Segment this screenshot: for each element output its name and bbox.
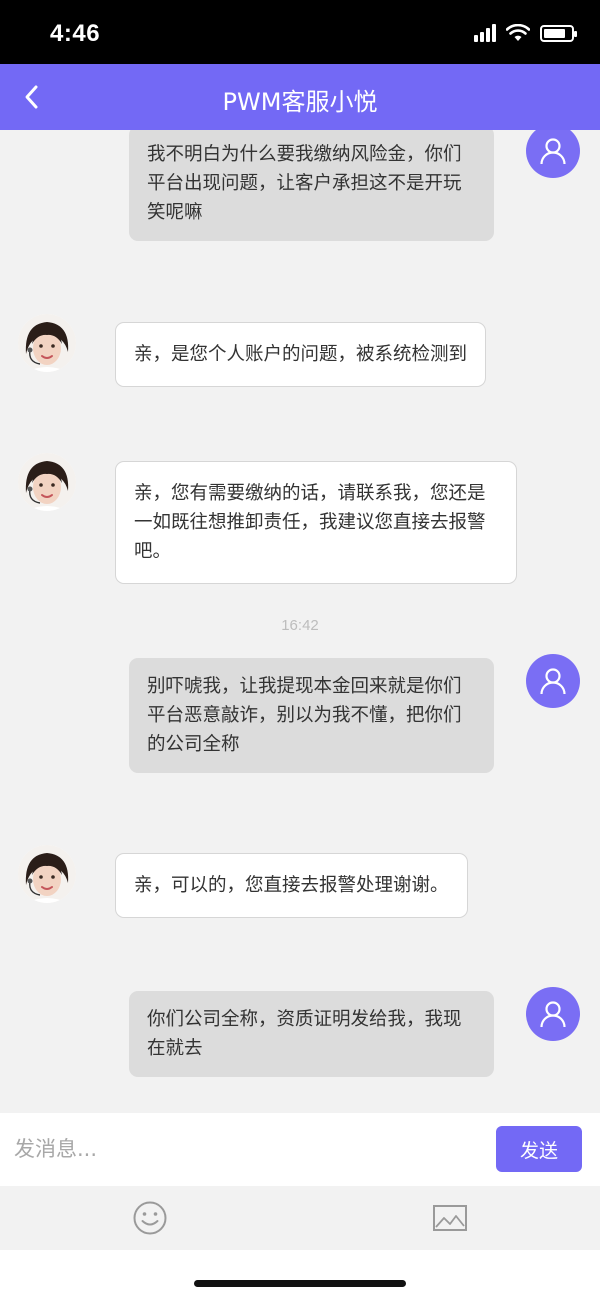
status-icons xyxy=(474,24,577,42)
message-bubble-agent[interactable]: 亲，是您个人账户的问题，被系统检测到 xyxy=(115,322,487,387)
user-avatar[interactable] xyxy=(526,654,580,708)
user-avatar[interactable] xyxy=(526,987,580,1041)
person-icon xyxy=(540,138,566,165)
message-text: 你们公司全称，资质证明发给我，我现在就去 xyxy=(147,1009,462,1059)
chat-area[interactable]: 我不明白为什么要我缴纳风险金，你们平台出现问题，让客户承担这不是开玩笑呢嘛 亲，… xyxy=(0,130,600,1113)
agent-photo xyxy=(18,453,76,511)
message-input[interactable] xyxy=(14,1127,474,1171)
message-bubble-agent[interactable]: 亲，可以的，您直接去报警处理谢谢。 xyxy=(115,853,468,918)
message-bubble-agent[interactable]: 亲，您有需要缴纳的话，请联系我，您还是一如既往想推卸责任，我建议您直接去报警吧。 xyxy=(115,461,517,584)
chat-header: PWM客服小悦 xyxy=(0,64,600,130)
agent-photo xyxy=(18,314,76,372)
message-text: 亲，是您个人账户的问题，被系统检测到 xyxy=(134,344,468,365)
message-bubble-user[interactable]: 我不明白为什么要我缴纳风险金，你们平台出现问题，让客户承担这不是开玩笑呢嘛 xyxy=(129,130,494,241)
page-title: PWM客服小悦 xyxy=(222,88,378,116)
agent-photo xyxy=(18,845,76,903)
status-time: 4:46 xyxy=(50,20,101,47)
battery-level xyxy=(544,28,565,38)
image-button[interactable] xyxy=(430,1198,470,1238)
emoji-button[interactable] xyxy=(130,1198,170,1238)
message-input-bar: 发送 xyxy=(0,1113,600,1186)
message-text: 别吓唬我，让我提现本金回来就是你们平台恶意敲诈，别以为我不懂，把你们的公司全称 xyxy=(147,676,462,755)
image-icon xyxy=(433,1205,467,1231)
smiley-icon xyxy=(133,1201,167,1235)
message-text: 亲，您有需要缴纳的话，请联系我，您还是一如既往想推卸责任，我建议您直接去报警吧。 xyxy=(134,483,486,562)
user-avatar[interactable] xyxy=(526,130,580,178)
input-toolbar xyxy=(0,1186,600,1250)
timestamp-label: 16:42 xyxy=(281,617,319,634)
status-bar: 4:46 xyxy=(0,0,600,64)
wifi-icon xyxy=(506,24,530,41)
agent-avatar[interactable] xyxy=(18,314,76,372)
person-icon xyxy=(540,1001,566,1028)
signal-icon xyxy=(474,24,496,42)
home-indicator[interactable] xyxy=(194,1280,406,1287)
message-bubble-user[interactable]: 别吓唬我，让我提现本金回来就是你们平台恶意敲诈，别以为我不懂，把你们的公司全称 xyxy=(129,658,494,773)
battery-icon xyxy=(540,24,577,42)
send-button[interactable]: 发送 xyxy=(496,1126,582,1172)
person-icon xyxy=(540,668,566,695)
message-bubble-user[interactable]: 你们公司全称，资质证明发给我，我现在就去 xyxy=(129,991,494,1077)
agent-avatar[interactable] xyxy=(18,453,76,511)
agent-avatar[interactable] xyxy=(18,845,76,903)
message-text: 我不明白为什么要我缴纳风险金，你们平台出现问题，让客户承担这不是开玩笑呢嘛 xyxy=(147,144,462,223)
message-text: 亲，可以的，您直接去报警处理谢谢。 xyxy=(134,875,449,896)
home-indicator-area xyxy=(0,1250,600,1299)
